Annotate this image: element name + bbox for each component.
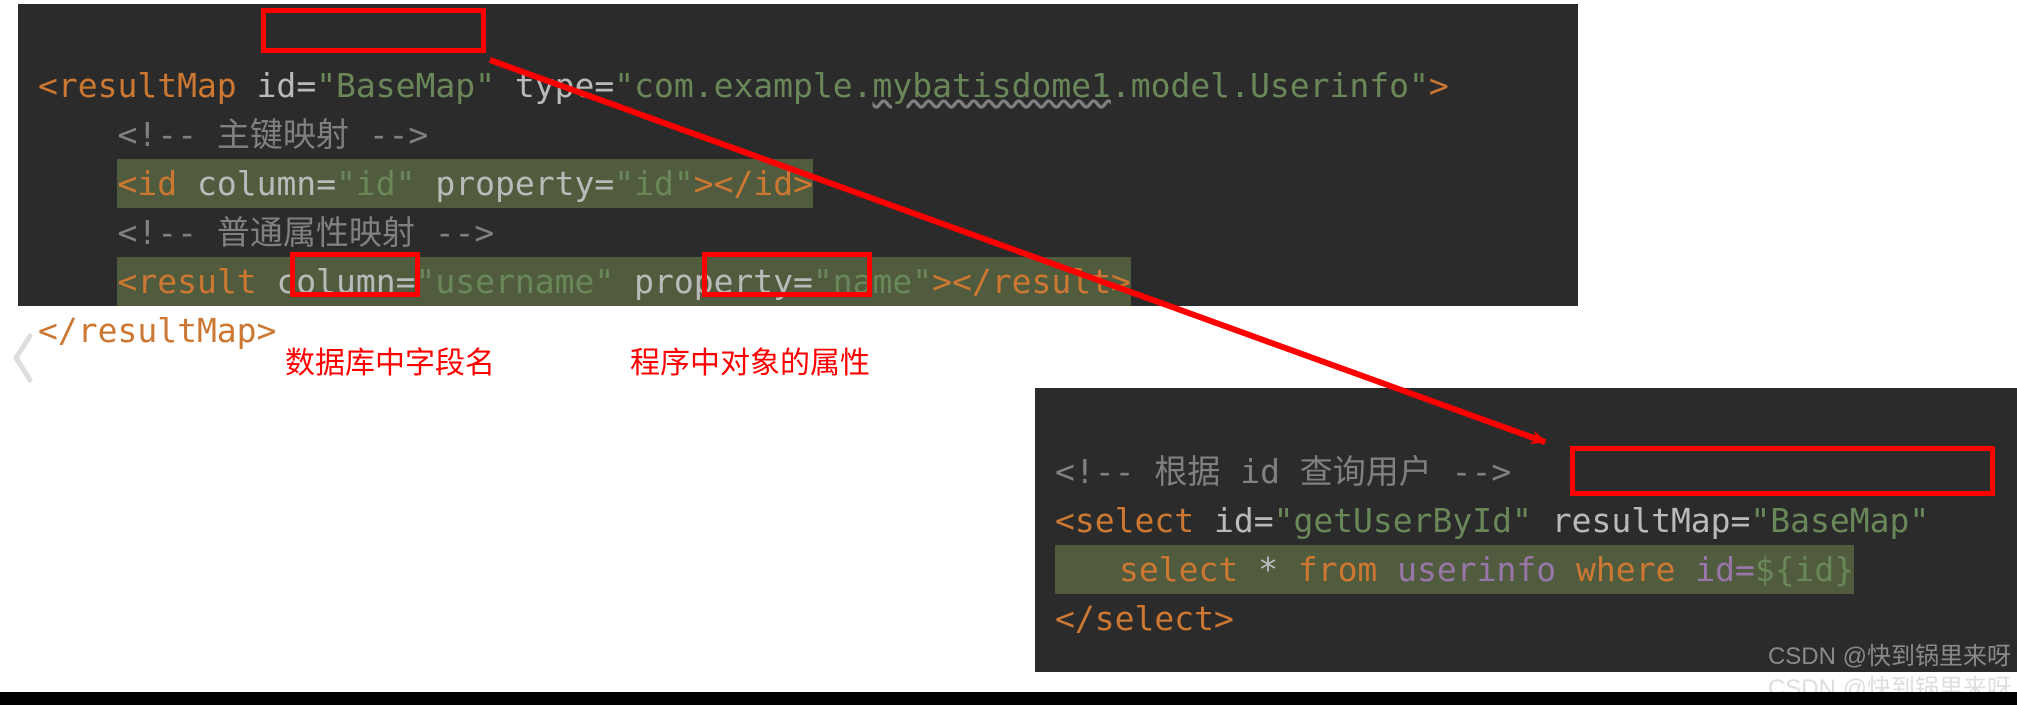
eq: =: [793, 262, 813, 301]
tag-select-open: <select: [1055, 501, 1194, 540]
val-select-id: "getUserById": [1274, 501, 1532, 540]
attr-select-id: id: [1214, 501, 1254, 540]
eq: =: [1254, 501, 1274, 540]
sql-id: id=: [1675, 550, 1754, 589]
attr-type: type: [515, 66, 594, 105]
code-panel-bottom: <!-- 根据 id 查询用户 --> <select id="getUserB…: [1035, 388, 2017, 672]
code-panel-top: <resultMap id="BaseMap" type="com.exampl…: [18, 4, 1578, 306]
comment-pk: <!-- 主键映射 -->: [117, 115, 428, 154]
val-type: "com.example.mybatisdome1.model.Userinfo…: [614, 66, 1429, 105]
tag-select-close: </select>: [1055, 599, 1234, 638]
code-block-top: <resultMap id="BaseMap" type="com.exampl…: [38, 12, 1449, 404]
comment-select: <!-- 根据 id 查询用户 -->: [1055, 452, 1511, 491]
tag-close: >: [1429, 66, 1449, 105]
val-id: "BaseMap": [316, 66, 495, 105]
code-block-bottom: <!-- 根据 id 查询用户 --> <select id="getUserB…: [1055, 398, 1929, 692]
sql-table: userinfo: [1377, 550, 1576, 589]
eq: =: [1731, 501, 1751, 540]
attr-id: id: [257, 66, 297, 105]
chevron-left-icon: [8, 332, 36, 384]
tag-result-open: <result: [117, 262, 256, 301]
eq: =: [296, 66, 316, 105]
val-col2: "username": [416, 262, 615, 301]
sql-expr: ${id}: [1755, 550, 1854, 589]
eq: =: [594, 164, 614, 203]
val-prop: "id": [614, 164, 693, 203]
val-col: "id": [336, 164, 415, 203]
sql-where: where: [1576, 550, 1675, 589]
val-prop2: "name": [813, 262, 932, 301]
tag-result-close: ></result>: [932, 262, 1131, 301]
val-resultmap: "BaseMap": [1750, 501, 1929, 540]
tag-resultmap-close: </resultMap>: [38, 311, 276, 350]
attr-property: property: [435, 164, 594, 203]
sql-star: *: [1238, 550, 1298, 589]
sql-select: select: [1119, 550, 1238, 589]
tag-resultmap-open: <resultMap: [38, 66, 237, 105]
attr-property2: property: [634, 262, 793, 301]
attr-column: column: [197, 164, 316, 203]
eq: =: [316, 164, 336, 203]
tag-id-close: ></id>: [694, 164, 813, 203]
comment-prop: <!-- 普通属性映射 -->: [117, 213, 494, 252]
bottom-black-bar: [0, 692, 2017, 705]
sql-from: from: [1298, 550, 1377, 589]
attr-column2: column: [276, 262, 395, 301]
text-mybatisdome: mybatisdome1: [873, 66, 1111, 105]
eq: =: [396, 262, 416, 301]
attr-resultmap: resultMap: [1552, 501, 1731, 540]
tag-id-open: <id: [117, 164, 177, 203]
eq: =: [594, 66, 614, 105]
